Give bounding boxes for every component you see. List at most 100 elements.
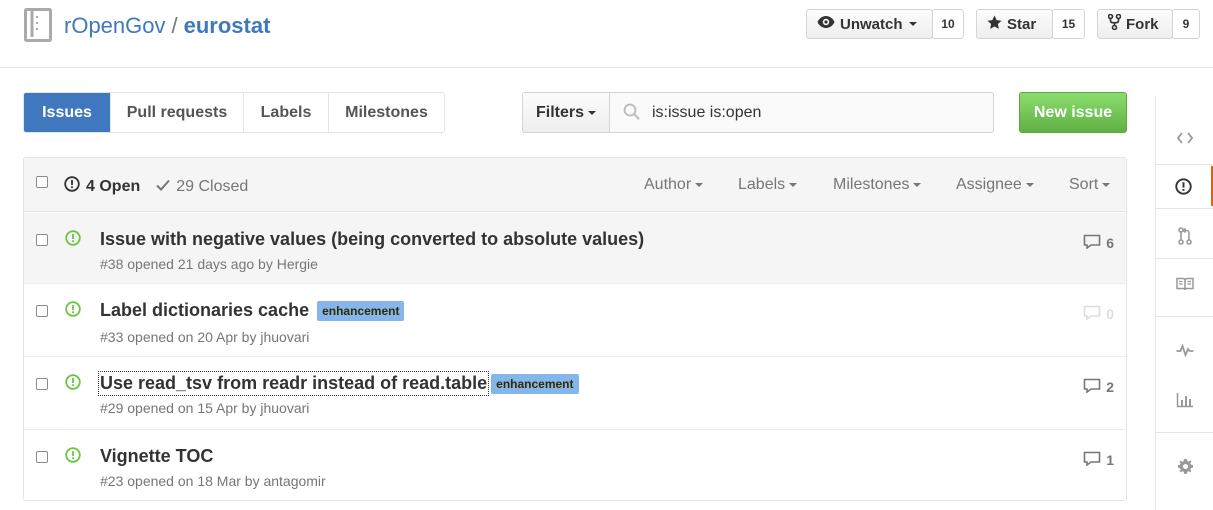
labels-filter[interactable]: Labels — [738, 176, 798, 194]
enhancement-label[interactable]: enhancement — [491, 373, 579, 394]
milestones-filter[interactable]: Milestones — [833, 176, 922, 194]
forks-count[interactable]: 9 — [1172, 9, 1200, 39]
milestones-filter-label: Milestones — [833, 176, 910, 193]
issue-row[interactable]: Issue with negative values (being conver… — [24, 213, 1126, 284]
issue-title-link[interactable]: Label dictionaries cache — [100, 300, 309, 321]
fork-button[interactable]: Fork — [1097, 9, 1173, 39]
issue-title-line: Use read_tsv from readr instead of read.… — [97, 371, 579, 396]
issues-listing: 4 Open 29 Closed Author Labels Milestone… — [23, 157, 1127, 501]
chevron-down-icon — [913, 183, 922, 187]
issue-checkbox[interactable] — [36, 378, 48, 390]
repo-owner-link[interactable]: rOpenGov — [64, 13, 166, 38]
closed-count-label: 29 Closed — [176, 177, 249, 195]
issue-title-link[interactable]: Use read_tsv from readr instead of read.… — [97, 371, 490, 396]
issue-comments-link[interactable]: 6 — [1083, 234, 1114, 252]
issue-comment-count: 1 — [1106, 452, 1114, 468]
chevron-down-icon — [1102, 183, 1111, 187]
issue-comments-link[interactable]: 0 — [1083, 305, 1114, 323]
issue-meta: #38 opened 21 days ago by Hergie — [100, 256, 318, 272]
subnav-issues[interactable]: Issues — [24, 93, 110, 132]
issue-checkbox[interactable] — [36, 305, 48, 317]
issue-title-link[interactable]: Vignette TOC — [100, 446, 213, 467]
issue-opened-icon — [65, 230, 81, 249]
enhancement-label[interactable]: enhancement — [317, 300, 405, 321]
issue-meta: #23 opened on 18 Mar by antagomir — [100, 473, 326, 489]
issue-meta: #29 opened on 15 Apr by jhuovari — [100, 400, 310, 416]
rail-divider — [1156, 208, 1213, 209]
author-filter-label: Author — [644, 176, 692, 193]
repo-icon — [24, 8, 52, 47]
gear-icon[interactable] — [1156, 446, 1213, 486]
issue-opened-icon — [65, 301, 81, 320]
chevron-down-icon — [695, 183, 704, 187]
rail-divider — [1156, 316, 1213, 317]
open-issues-link[interactable]: 4 Open — [64, 176, 140, 197]
open-count-label: 4 Open — [86, 177, 141, 195]
subnav-labels[interactable]: Labels — [243, 93, 328, 132]
repo-name-link[interactable]: eurostat — [184, 13, 271, 38]
wiki-book-icon[interactable] — [1156, 264, 1213, 304]
issue-title-line: Vignette TOC — [100, 446, 213, 467]
issue-row[interactable]: Use read_tsv from readr instead of read.… — [24, 357, 1126, 430]
assignee-filter-label: Assignee — [956, 176, 1022, 193]
watchers-count[interactable]: 10 — [932, 9, 964, 39]
eye-icon — [817, 15, 840, 33]
sort-filter[interactable]: Sort — [1069, 176, 1111, 194]
issues-subnav: Issues Pull requests Labels Milestones — [23, 92, 445, 133]
issue-checkbox[interactable] — [36, 234, 48, 246]
issue-opened-icon — [65, 374, 81, 393]
issue-row[interactable]: Vignette TOC #23 opened on 18 Mar by ant… — [24, 430, 1126, 500]
chevron-down-icon — [588, 110, 596, 115]
search-input[interactable] — [650, 102, 970, 123]
issue-row[interactable]: Label dictionaries cache enhancement #33… — [24, 284, 1126, 357]
issue-comments-link[interactable]: 2 — [1083, 378, 1114, 396]
subnav-pull-requests[interactable]: Pull requests — [110, 93, 243, 132]
subnav-milestones[interactable]: Milestones — [328, 93, 444, 132]
comment-icon — [1083, 451, 1106, 469]
new-issue-button[interactable]: New issue — [1019, 92, 1127, 133]
issue-search-box — [609, 92, 994, 133]
star-button[interactable]: Star — [976, 9, 1053, 39]
rail-divider — [1156, 164, 1213, 165]
issue-title-line: Issue with negative values (being conver… — [100, 229, 644, 250]
issue-meta: #33 opened on 20 Apr by jhuovari — [100, 329, 310, 345]
assignee-filter[interactable]: Assignee — [956, 176, 1034, 194]
pull-request-icon[interactable] — [1156, 216, 1213, 256]
chevron-down-icon — [1025, 183, 1034, 187]
closed-issues-link[interactable]: 29 Closed — [156, 178, 248, 196]
star-label: Star — [1007, 15, 1037, 33]
labels-filter-label: Labels — [738, 176, 786, 193]
repo-title-separator: / — [171, 13, 178, 38]
issue-checkbox[interactable] — [36, 451, 48, 463]
chevron-down-icon — [789, 183, 798, 187]
select-all-checkbox[interactable] — [36, 176, 48, 188]
pulse-icon[interactable] — [1156, 330, 1213, 370]
repo-header: rOpenGov / eurostat Unwatch 10 Star 15 For… — [0, 0, 1213, 68]
issue-opened-icon[interactable] — [1156, 166, 1213, 206]
sort-filter-label: Sort — [1069, 176, 1099, 193]
code-icon[interactable] — [1156, 118, 1213, 158]
chevron-down-icon — [908, 22, 917, 26]
issues-list-header: 4 Open 29 Closed Author Labels Milestone… — [24, 158, 1126, 212]
graph-icon[interactable] — [1156, 380, 1213, 420]
unwatch-button[interactable]: Unwatch — [806, 9, 933, 39]
fork-label: Fork — [1126, 15, 1159, 33]
rail-divider — [1156, 258, 1213, 259]
issue-title-link[interactable]: Issue with negative values (being conver… — [100, 229, 644, 250]
comment-icon — [1083, 234, 1106, 252]
issue-comment-count: 2 — [1106, 379, 1114, 395]
fork-icon — [1107, 13, 1126, 34]
repo-nav-rail — [1155, 96, 1213, 510]
issue-comment-count: 6 — [1106, 235, 1114, 251]
author-filter[interactable]: Author — [644, 176, 704, 194]
filters-label: Filters — [535, 103, 584, 121]
star-icon — [987, 14, 1007, 34]
issue-opened-icon — [64, 176, 86, 197]
search-icon — [610, 103, 650, 123]
filters-button[interactable]: Filters — [522, 92, 609, 133]
issue-title-line: Label dictionaries cache enhancement — [100, 300, 405, 321]
issue-comments-link[interactable]: 1 — [1083, 451, 1114, 469]
stargazers-count[interactable]: 15 — [1052, 9, 1085, 39]
comment-icon — [1083, 305, 1106, 323]
check-icon — [156, 178, 176, 196]
